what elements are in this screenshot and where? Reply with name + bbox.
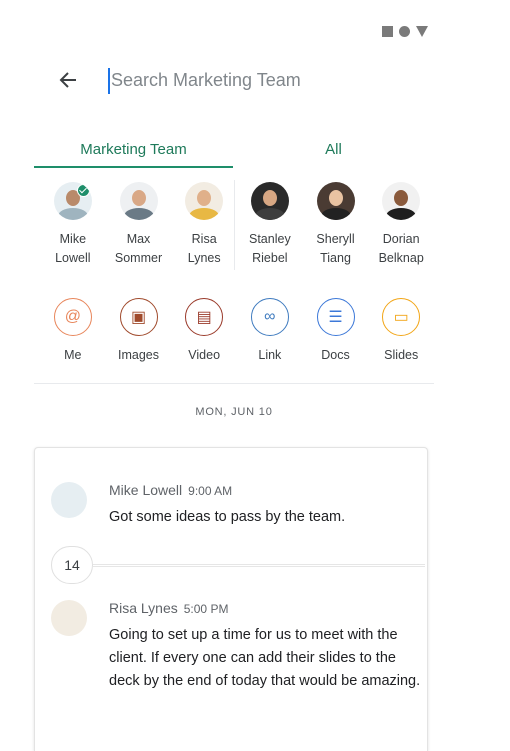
avatar-body [57,208,88,220]
filter-video[interactable]: ▤ Video [171,298,237,362]
person-name: Max Sommer [114,232,163,265]
avatar-head [262,190,277,206]
replies-line [93,564,425,567]
video-icon: ▤ [185,298,224,336]
avatar [382,182,421,220]
person-name: Mike Lowell [55,232,91,265]
search-bar [50,60,440,100]
avatar-head [394,190,409,206]
message-time: 5:00 PM [183,602,229,616]
message-time: 9:00 AM [188,484,233,498]
square-icon [382,26,393,37]
filter-label: Video [188,348,221,362]
filter-label: Link [258,348,282,362]
section-divider [34,383,434,384]
filter-label: Images [118,348,159,362]
person-chip[interactable]: Mike Lowell [40,182,106,268]
filter-link[interactable]: ∞ Link [237,298,303,362]
triangle-icon [416,26,428,37]
avatar [53,182,92,220]
message-text: Going to set up a time for us to meet wi… [109,627,421,689]
filter-images[interactable]: ▣ Images [106,298,172,362]
message-author: Mike Lowell [109,482,183,498]
message: Mike Lowell 9:00 AM Got some ideas to pas… [51,482,421,529]
avatar-body [189,208,220,220]
circle-icon [399,26,410,37]
filter-docs[interactable]: ☰ Docs [303,298,369,362]
image-icon: ▣ [119,298,158,336]
filter-label: Slides [384,348,419,362]
tab-marketing-team[interactable]: Marketing Team [34,130,233,168]
avatar-body [320,208,351,220]
avatar [316,182,355,220]
avatar-body [254,208,285,220]
search-input[interactable] [108,69,440,91]
check-icon [76,184,90,197]
at-icon: @ [53,298,92,336]
reply-count-button[interactable]: 14 [51,546,93,584]
tab-all[interactable]: All [233,130,434,168]
tab-bar: Marketing Team All [34,130,434,168]
avatar [250,182,289,220]
person-chip[interactable]: Sheryll Tiang [303,182,369,268]
person-chip[interactable]: Stanley Riebel [237,182,303,268]
text-cursor [108,68,110,94]
message-author: Risa Lynes [109,600,178,616]
filter-slides[interactable]: ▭ Slides [368,298,434,362]
avatar[interactable] [51,482,87,518]
back-button[interactable] [50,62,86,98]
person-name: Risa Lynes [187,232,221,265]
replies-row: 14 [51,546,425,586]
person-name: Dorian Belknap [378,232,424,265]
avatar [119,182,158,220]
filter-row: @ Me ▣ Images ▤ Video ∞ Link ☰ Docs ▭ Slides [40,298,434,362]
avatar [185,182,224,220]
avatar-body [386,208,417,220]
filter-label: Me [64,348,82,362]
message: Risa Lynes 5:00 PM Going to set up a time… [51,600,421,693]
person-name: Stanley Riebel [249,232,291,265]
people-row: Mike Lowell Max Sommer Risa Lynes Stanley R… [40,182,434,268]
link-icon: ∞ [250,298,289,336]
avatar-head [131,190,146,206]
avatar[interactable] [51,600,87,636]
filter-label: Docs [321,348,350,362]
person-chip[interactable]: Max Sommer [106,182,172,268]
slides-icon: ▭ [382,298,421,336]
person-chip[interactable]: Dorian Belknap [368,182,434,268]
avatar-head [328,190,343,206]
filter-me[interactable]: @ Me [40,298,106,362]
docs-icon: ☰ [316,298,355,336]
thread-card[interactable]: Mike Lowell 9:00 AM Got some ideas to pas… [34,447,428,751]
avatar-head [197,190,212,206]
arrow-back-icon [59,72,76,88]
message-text: Got some ideas to pass by the team. [109,509,346,525]
status-bar [382,26,428,37]
avatar-body [123,208,154,220]
date-label: MON, JUN 10 [195,406,273,418]
person-chip[interactable]: Risa Lynes [171,182,237,268]
person-name: Sheryll Tiang [316,232,355,265]
